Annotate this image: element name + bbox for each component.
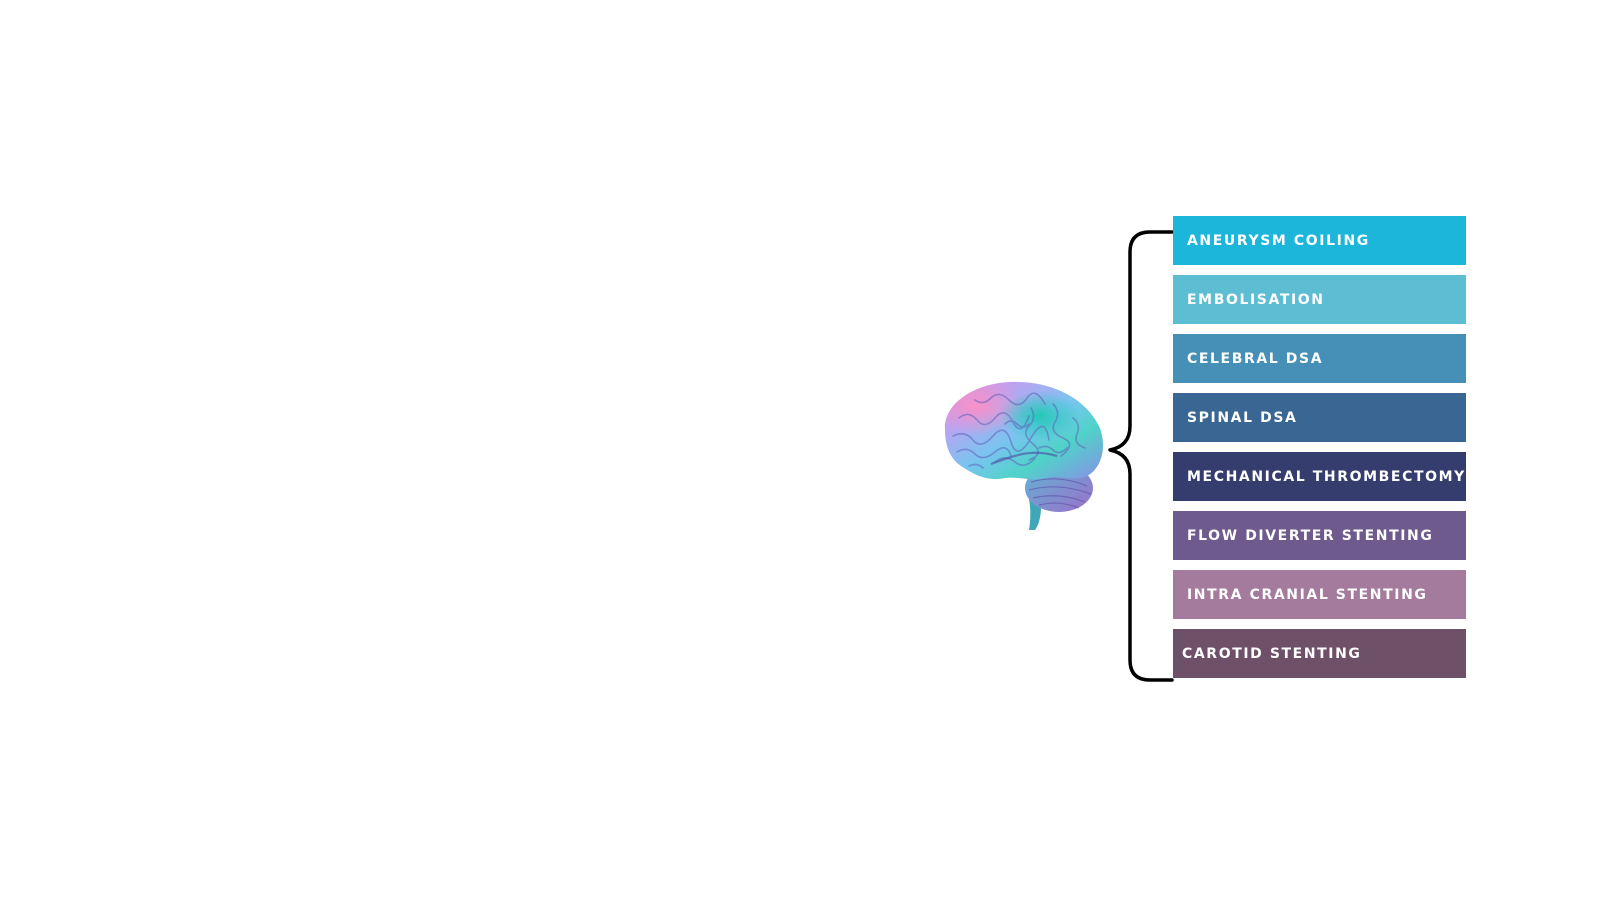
- procedure-label: ANEURYSM COILING: [1187, 232, 1370, 249]
- curly-bracket: [1108, 230, 1174, 682]
- procedure-label: FLOW DIVERTER STENTING: [1187, 527, 1434, 544]
- slide-canvas: ANEURYSM COILING EMBOLISATION CELEBRAL DSA…: [0, 0, 1614, 908]
- brain-illustration: [944, 381, 1103, 530]
- procedure-item: CAROTID STENTING: [1173, 629, 1466, 678]
- procedure-list: ANEURYSM COILING EMBOLISATION CELEBRAL DSA…: [1173, 216, 1466, 678]
- procedure-label: INTRA CRANIAL STENTING: [1187, 586, 1428, 603]
- procedure-label: CELEBRAL DSA: [1187, 350, 1324, 367]
- procedure-label: MECHANICAL THROMBECTOMY: [1187, 468, 1466, 485]
- procedure-item: EMBOLISATION: [1173, 275, 1466, 324]
- procedure-item: SPINAL DSA: [1173, 393, 1466, 442]
- procedure-label: CAROTID STENTING: [1182, 645, 1362, 662]
- procedure-item: INTRA CRANIAL STENTING: [1173, 570, 1466, 619]
- procedure-label: EMBOLISATION: [1187, 291, 1325, 308]
- procedure-item: CELEBRAL DSA: [1173, 334, 1466, 383]
- procedure-item: FLOW DIVERTER STENTING: [1173, 511, 1466, 560]
- procedure-item: MECHANICAL THROMBECTOMY: [1173, 452, 1466, 501]
- procedure-item: ANEURYSM COILING: [1173, 216, 1466, 265]
- procedure-label: SPINAL DSA: [1187, 409, 1298, 426]
